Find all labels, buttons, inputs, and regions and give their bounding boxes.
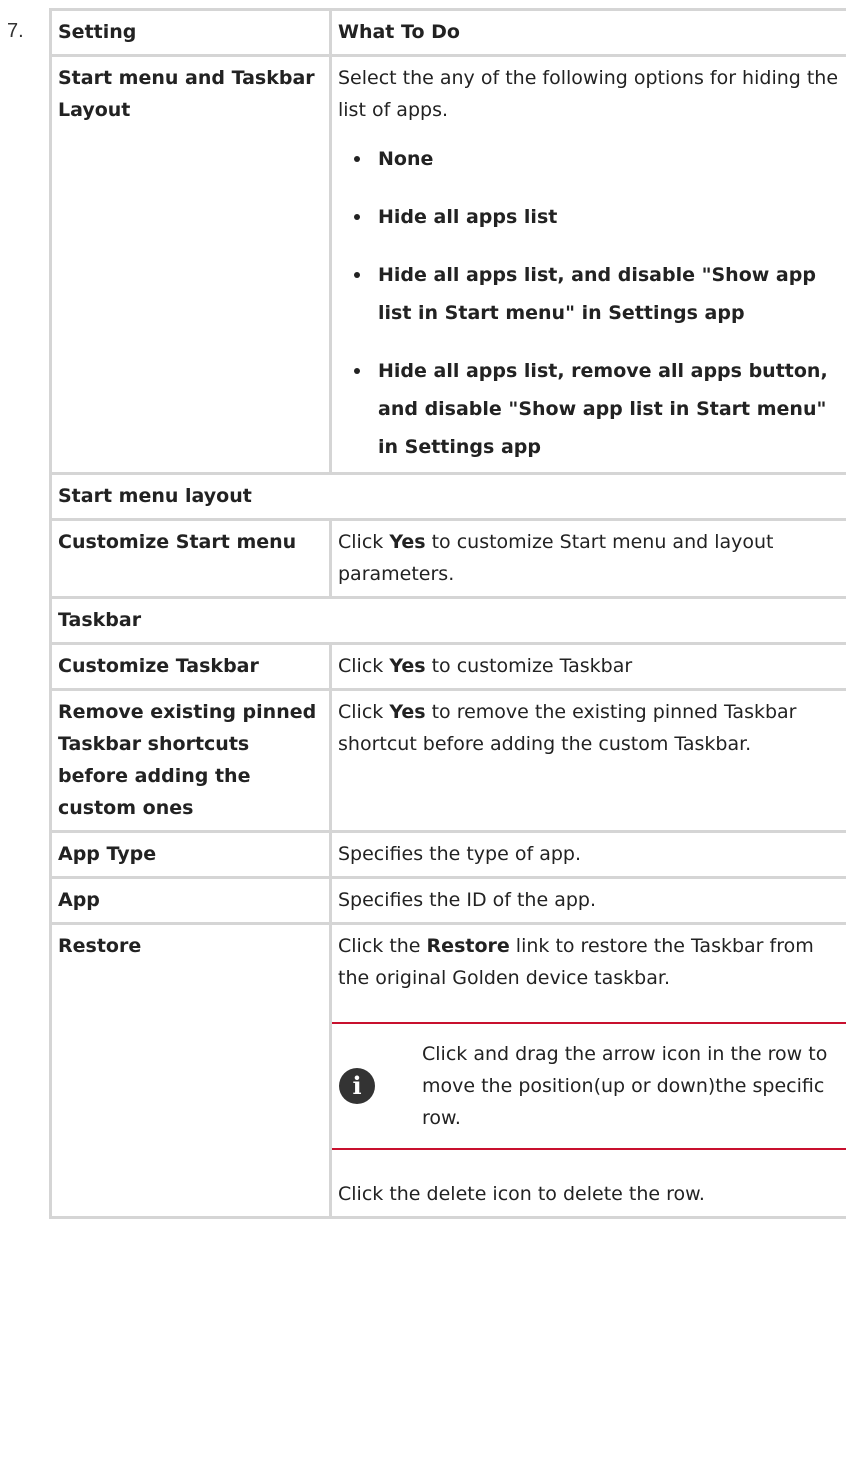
section-row-start-menu: Start menu layout bbox=[49, 472, 846, 521]
section-title-taskbar: Taskbar bbox=[49, 596, 846, 645]
table-row: Customize Taskbar Click Yes to customize… bbox=[49, 642, 846, 691]
info-note-text: Click and drag the arrow icon in the row… bbox=[422, 1043, 828, 1129]
desc-app: Specifies the ID of the app. bbox=[329, 876, 846, 925]
desc-restore: Click the Restore link to restore the Ta… bbox=[329, 922, 846, 1219]
setting-customize-taskbar: Customize Taskbar bbox=[49, 642, 332, 691]
desc-remove-pinned: Click Yes to remove the existing pinned … bbox=[329, 688, 846, 833]
desc-app-type: Specifies the type of app. bbox=[329, 830, 846, 879]
section-row-taskbar: Taskbar bbox=[49, 596, 846, 645]
list-item: Hide all apps list bbox=[338, 198, 840, 236]
restore-link-label: Restore bbox=[426, 935, 510, 957]
info-icon: i bbox=[332, 1068, 382, 1104]
layout-intro-text: Select the any of the following options … bbox=[338, 67, 839, 121]
setting-app: App bbox=[49, 876, 332, 925]
table-row: Restore Click the Restore link to restor… bbox=[49, 922, 846, 1219]
setting-start-taskbar-layout: Start menu and Taskbar Layout bbox=[49, 54, 332, 475]
list-item: Hide all apps list, remove all apps butt… bbox=[338, 352, 840, 466]
section-title-start-menu: Start menu layout bbox=[49, 472, 846, 521]
desc-customize-taskbar: Click Yes to customize Taskbar bbox=[329, 642, 846, 691]
table-row: Remove existing pinned Taskbar shortcuts… bbox=[49, 688, 846, 833]
list-item: None bbox=[338, 140, 840, 178]
list-item: Hide all apps list, and disable "Show ap… bbox=[338, 256, 840, 332]
setting-restore: Restore bbox=[49, 922, 332, 1219]
setting-app-type: App Type bbox=[49, 830, 332, 879]
info-note: i Click and drag the arrow icon in the r… bbox=[332, 1022, 846, 1150]
desc-start-taskbar-layout: Select the any of the following options … bbox=[329, 54, 846, 475]
setting-customize-start: Customize Start menu bbox=[49, 518, 332, 599]
delete-row-text: Click the delete icon to delete the row. bbox=[338, 1183, 705, 1205]
bold-yes: Yes bbox=[389, 701, 426, 723]
restore-text: Click the Restore link to restore the Ta… bbox=[338, 935, 814, 989]
layout-options-list: None Hide all apps list Hide all apps li… bbox=[338, 140, 840, 466]
table-row: Customize Start menu Click Yes to custom… bbox=[49, 518, 846, 599]
table-row: App Specifies the ID of the app. bbox=[49, 876, 846, 925]
table-row: App Type Specifies the type of app. bbox=[49, 830, 846, 879]
desc-customize-start: Click Yes to customize Start menu and la… bbox=[329, 518, 846, 599]
header-what-to-do: What To Do bbox=[329, 8, 846, 57]
header-setting: Setting bbox=[49, 8, 332, 57]
setting-remove-pinned: Remove existing pinned Taskbar shortcuts… bbox=[49, 688, 332, 833]
bold-yes: Yes bbox=[389, 531, 426, 553]
settings-table: Setting What To Do Start menu and Taskba… bbox=[49, 8, 846, 1219]
table-header-row: Setting What To Do bbox=[49, 8, 846, 57]
step-number: 7. bbox=[7, 20, 24, 42]
table-row: Start menu and Taskbar Layout Select the… bbox=[49, 54, 846, 475]
bold-yes: Yes bbox=[389, 655, 426, 677]
